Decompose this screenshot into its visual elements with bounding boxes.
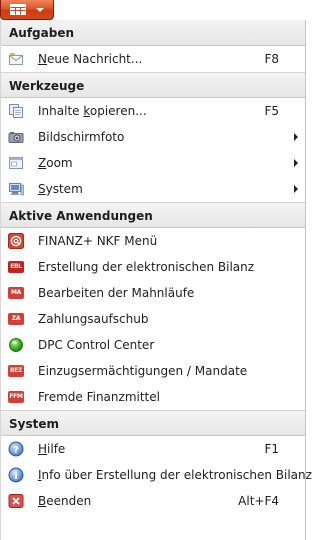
- copy-icon: [8, 103, 24, 119]
- bez-badge-icon: BEZ: [8, 363, 24, 379]
- menu-item-label: FINANZ+ NKF Menü: [38, 234, 158, 248]
- submenu-arrow-icon: [294, 185, 298, 193]
- app-menu-button[interactable]: [0, 0, 54, 20]
- menu-item-label: Erstellung der elektronischen Bilanz: [38, 260, 255, 274]
- menu-item-label: Inhalte kopieren...: [38, 104, 147, 118]
- app-menu-panel: Aufgaben Neue Nachricht... F8 Werkzeuge …: [0, 20, 312, 540]
- ffm-badge-icon: FFM: [8, 389, 24, 405]
- section-header-system: System: [1, 410, 305, 436]
- close-icon: [8, 493, 24, 509]
- submenu-arrow-icon: [294, 159, 298, 167]
- section-header-tools: Werkzeuge: [1, 72, 305, 98]
- ebl-badge-icon: EBL: [8, 259, 24, 275]
- menu-item-shortcut: F5: [264, 104, 279, 118]
- at-icon: [8, 233, 24, 249]
- grid-icon: [10, 4, 26, 15]
- menu-item-label: Info über Erstellung der elektronischen …: [38, 468, 312, 482]
- submenu-arrow-icon: [294, 133, 298, 141]
- menu-item-label: Bearbeiten der Mahnläufe: [38, 286, 195, 300]
- menu-item-label: Zoom: [38, 156, 73, 170]
- za-badge-icon: ZA: [8, 311, 24, 327]
- menu-item-label: Fremde Finanzmittel: [38, 390, 160, 404]
- menu-item-payment-deferral[interactable]: ZA Zahlungsaufschub: [1, 306, 305, 332]
- info-icon: i: [8, 467, 24, 483]
- envelope-icon: [8, 51, 24, 67]
- menu-item-label: Neue Nachricht...: [38, 52, 143, 66]
- menu-item-label: Bildschirmfoto: [38, 130, 125, 144]
- menu-item-finanz-menu[interactable]: FINANZ+ NKF Menü: [1, 228, 305, 254]
- menu-item-dpc[interactable]: DPC Control Center: [1, 332, 305, 358]
- menu-item-new-message[interactable]: Neue Nachricht... F8: [1, 46, 305, 72]
- help-icon: ?: [8, 441, 24, 457]
- svg-text:i: i: [14, 471, 18, 482]
- menu-item-exit[interactable]: Beenden Alt+F4: [1, 488, 305, 514]
- menu-item-copy-content[interactable]: Inhalte kopieren... F5: [1, 98, 305, 124]
- menu-item-label: Einzugsermächtigungen / Mandate: [38, 364, 248, 378]
- menu-item-label: Hilfe: [38, 442, 66, 456]
- section-header-tasks: Aufgaben: [1, 20, 305, 46]
- menu-item-help[interactable]: ? Hilfe F1: [1, 436, 305, 462]
- menu-item-ebil[interactable]: EBL Erstellung der elektronischen Bilanz: [1, 254, 305, 280]
- menu-item-system[interactable]: System: [1, 176, 305, 202]
- menu-item-screenshot[interactable]: Bildschirmfoto: [1, 124, 305, 150]
- menu-item-shortcut: Alt+F4: [238, 494, 279, 508]
- menu-item-label: Zahlungsaufschub: [38, 312, 149, 326]
- ma-badge-icon: MA: [8, 285, 24, 301]
- menu-item-third-party-funds[interactable]: FFM Fremde Finanzmittel: [1, 384, 305, 410]
- green-circle-icon: [8, 337, 24, 353]
- menu-item-info[interactable]: i Info über Erstellung der elektronische…: [1, 462, 312, 488]
- computer-icon: [8, 181, 24, 197]
- title-bar: [0, 0, 306, 20]
- caret-down-icon: [36, 8, 44, 12]
- menu-item-zoom[interactable]: Zoom: [1, 150, 305, 176]
- menu-item-label: System: [38, 182, 83, 196]
- section-header-active-apps: Aktive Anwendungen: [1, 202, 305, 228]
- menu-item-shortcut: F8: [264, 52, 279, 66]
- menu-item-shortcut: F1: [264, 442, 279, 456]
- menu-item-dunning[interactable]: MA Bearbeiten der Mahnläufe: [1, 280, 305, 306]
- camera-icon: [8, 129, 24, 145]
- menu-item-mandates[interactable]: BEZ Einzugsermächtigungen / Mandate: [1, 358, 305, 384]
- svg-text:?: ?: [13, 445, 19, 456]
- menu-item-label: Beenden: [38, 494, 92, 508]
- zoom-window-icon: [8, 155, 24, 171]
- menu-item-label: DPC Control Center: [38, 338, 155, 352]
